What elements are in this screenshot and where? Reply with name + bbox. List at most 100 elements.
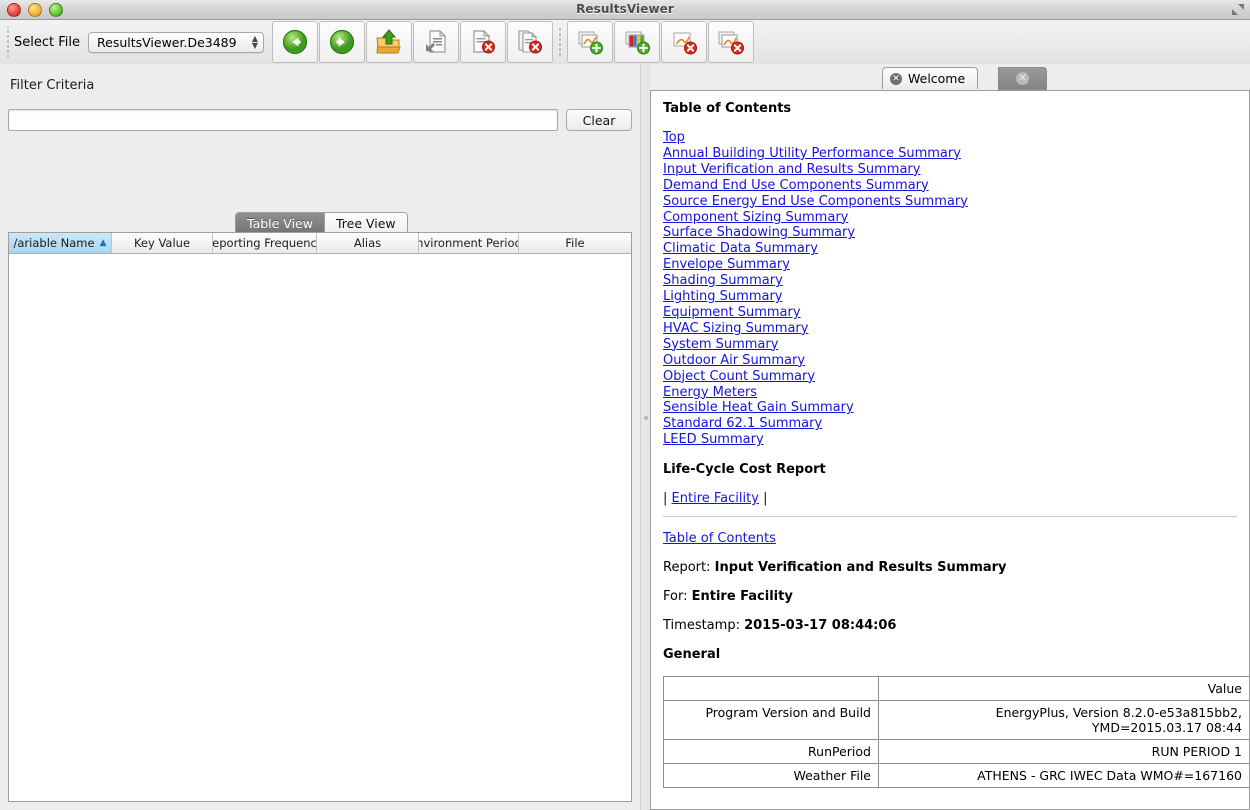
chart-add-icon: [578, 31, 603, 55]
general-table: Value Program Version and Build EnergyPl…: [663, 676, 1249, 789]
toc-link[interactable]: Top: [663, 130, 1237, 146]
folder-up-arrow-icon: [376, 29, 401, 54]
toc-link[interactable]: Outdoor Air Summary: [663, 353, 1237, 369]
open-file-button[interactable]: [366, 21, 412, 63]
pipe-prefix: |: [663, 491, 668, 507]
sort-ascending-icon: ▲: [99, 238, 107, 248]
forward-button[interactable]: [319, 21, 365, 63]
column-header-variable-name[interactable]: /ariable Name ▲: [9, 233, 112, 253]
column-header-key-value[interactable]: Key Value: [112, 233, 213, 253]
variables-table: /ariable Name ▲ Key Value eporting Frequ…: [8, 232, 632, 802]
open-report-button[interactable]: [413, 21, 459, 63]
circle-x-icon: ✕: [1016, 72, 1029, 85]
clear-button[interactable]: Clear: [566, 109, 632, 131]
filter-input[interactable]: [8, 109, 558, 131]
pipe-suffix: |: [763, 491, 768, 507]
tab-table-view[interactable]: Table View: [236, 213, 324, 234]
tab-welcome-label: Welcome: [908, 71, 966, 86]
table-row: Value: [663, 676, 1249, 702]
for-label: For:: [663, 589, 688, 605]
toc-link[interactable]: Envelope Summary: [663, 257, 1237, 273]
timestamp-value: 2015-03-17 08:44:06: [744, 618, 897, 634]
charts-remove-icon: [718, 31, 744, 55]
general-header-blank: [663, 676, 879, 702]
remove-chart-button[interactable]: [661, 21, 707, 63]
report-document[interactable]: Table of Contents Top Annual Building Ut…: [650, 90, 1250, 810]
fullscreen-icon[interactable]: [1231, 3, 1245, 16]
toc-link[interactable]: Component Sizing Summary: [663, 210, 1237, 226]
toc-link[interactable]: Lighting Summary: [663, 289, 1237, 305]
table-row: Weather File ATHENS - GRC IWEC Data WMO#…: [663, 763, 1249, 789]
table-row: RunPeriod RUN PERIOD 1: [663, 739, 1249, 765]
main-split: Filter Criteria Clear Table View Tree Vi…: [0, 64, 1250, 810]
table-row: Program Version and Build EnergyPlus, Ve…: [663, 700, 1249, 741]
toc-link[interactable]: Input Verification and Results Summary: [663, 162, 1237, 178]
close-all-files-button[interactable]: [507, 21, 553, 63]
splitter-handle-icon: [644, 416, 648, 420]
toc-link[interactable]: Shading Summary: [663, 273, 1237, 289]
select-file-combo[interactable]: ResultsViewer.De3489 ▲ ▼: [88, 31, 264, 53]
for-value: Entire Facility: [691, 589, 793, 605]
general-header-value: Value: [878, 676, 1249, 702]
toc-link[interactable]: HVAC Sizing Summary: [663, 321, 1237, 337]
remove-all-charts-button[interactable]: [708, 21, 754, 63]
column-header-reporting-frequency[interactable]: eporting Frequenc: [213, 233, 317, 253]
toc-link[interactable]: Sensible Heat Gain Summary: [663, 400, 1237, 416]
table-body-empty[interactable]: [9, 254, 631, 801]
main-toolbar: Select File ResultsViewer.De3489 ▲ ▼: [0, 20, 1250, 65]
tab-welcome[interactable]: ✕ Welcome: [882, 67, 979, 89]
green-right-arrow-icon: [329, 29, 355, 55]
tab-tree-view[interactable]: Tree View: [323, 213, 407, 234]
left-panel: Filter Criteria Clear Table View Tree Vi…: [0, 64, 640, 810]
title-bar: ResultsViewer: [0, 0, 1250, 20]
select-file-value: ResultsViewer.De3489: [97, 34, 237, 50]
toc-link[interactable]: Demand End Use Components Summary: [663, 178, 1237, 194]
column-header-file[interactable]: File: [519, 233, 631, 253]
toc-link[interactable]: Equipment Summary: [663, 305, 1237, 321]
close-tab-button[interactable]: ✕: [998, 67, 1047, 90]
toolbar-separator: [558, 27, 562, 57]
toc-link[interactable]: Source Energy End Use Components Summary: [663, 194, 1237, 210]
new-color-chart-button[interactable]: [614, 21, 660, 63]
circle-x-icon[interactable]: ✕: [890, 72, 902, 85]
toc-link[interactable]: Energy Meters: [663, 385, 1237, 401]
back-button[interactable]: [272, 21, 318, 63]
filter-row: Clear: [8, 109, 632, 131]
right-panel: ✕ Welcome ✕ Table of Contents Top Annual…: [650, 64, 1250, 810]
green-left-arrow-icon: [282, 29, 308, 55]
report-label: Report:: [663, 560, 711, 576]
column-label: /ariable Name: [13, 236, 95, 250]
toolbar-grip: [6, 27, 10, 57]
close-file-button[interactable]: [460, 21, 506, 63]
document-tab-strip: ✕ Welcome ✕: [650, 64, 1250, 90]
toc-link[interactable]: System Summary: [663, 337, 1237, 353]
life-cycle-cost-links: | Entire Facility |: [663, 491, 1237, 506]
new-chart-button[interactable]: [567, 21, 613, 63]
window-title: ResultsViewer: [576, 2, 674, 16]
row-key: Weather File: [663, 763, 879, 789]
toc-link[interactable]: Climatic Data Summary: [663, 241, 1237, 257]
timestamp-label: Timestamp:: [663, 618, 740, 634]
toolbar-buttons: [272, 21, 754, 63]
color-chart-add-icon: [625, 31, 650, 55]
toc-link[interactable]: Surface Shadowing Summary: [663, 225, 1237, 241]
row-key: RunPeriod: [663, 739, 879, 765]
row-value: ATHENS - GRC IWEC Data WMO#=167160: [878, 763, 1249, 789]
entire-facility-link[interactable]: Entire Facility: [672, 491, 759, 506]
toc-link[interactable]: Standard 62.1 Summary: [663, 416, 1237, 432]
results-viewer-window: ResultsViewer Select File ResultsViewer.…: [0, 0, 1250, 810]
table-of-contents-backlink[interactable]: Table of Contents: [663, 531, 1237, 546]
row-value: EnergyPlus, Version 8.2.0-e53a815bb2, YM…: [878, 700, 1249, 741]
toc-link[interactable]: Object Count Summary: [663, 369, 1237, 385]
chart-remove-icon: [673, 32, 697, 55]
column-header-alias[interactable]: Alias: [317, 233, 419, 253]
report-for-line: For: Entire Facility: [663, 589, 1237, 604]
section-divider: [663, 516, 1237, 518]
report-name-line: Report: Input Verification and Results S…: [663, 560, 1237, 575]
toc-link[interactable]: Annual Building Utility Performance Summ…: [663, 146, 1237, 162]
toc-link[interactable]: LEED Summary: [663, 432, 1237, 448]
life-cycle-cost-heading: Life-Cycle Cost Report: [663, 462, 826, 478]
column-header-environment-period[interactable]: nvironment Perioc: [419, 233, 519, 253]
filter-criteria-label: Filter Criteria: [10, 78, 95, 93]
row-key: Program Version and Build: [663, 700, 879, 741]
